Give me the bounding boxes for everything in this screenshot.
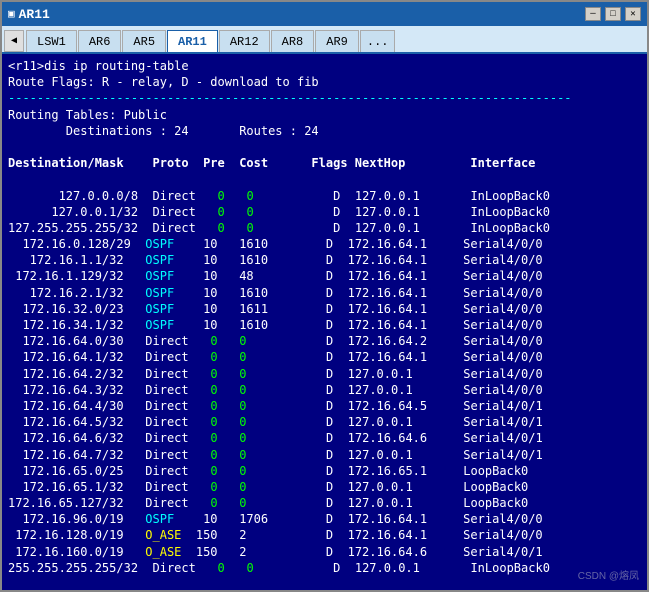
title-bar: ▣ AR11 ─ □ ✕: [2, 2, 647, 26]
watermark: CSDN @熔凤: [578, 567, 639, 582]
main-window: ▣ AR11 ─ □ ✕ ◀ LSW1 AR6 AR5 AR11 AR12 AR…: [0, 0, 649, 592]
content-area: <r11>dis ip routing-table Route Flags: R…: [2, 54, 647, 590]
tab-ar11[interactable]: AR11: [167, 30, 218, 52]
tab-ar12[interactable]: AR12: [219, 30, 270, 52]
tab-more[interactable]: ...: [360, 30, 396, 52]
tab-ar8[interactable]: AR8: [271, 30, 315, 52]
maximize-button[interactable]: □: [605, 7, 621, 21]
title-bar-controls: ─ □ ✕: [585, 7, 641, 21]
tab-ar5[interactable]: AR5: [122, 30, 166, 52]
minimize-button[interactable]: ─: [585, 7, 601, 21]
window-icon: ▣: [8, 7, 15, 21]
tab-ar6[interactable]: AR6: [78, 30, 122, 52]
tab-lsw1[interactable]: LSW1: [26, 30, 77, 52]
window-title: AR11: [19, 7, 50, 22]
title-bar-left: ▣ AR11: [8, 7, 50, 22]
tab-nav-back[interactable]: ◀: [4, 30, 24, 52]
terminal-content: <r11>dis ip routing-table Route Flags: R…: [8, 58, 641, 576]
close-button[interactable]: ✕: [625, 7, 641, 21]
tab-ar9[interactable]: AR9: [315, 30, 359, 52]
terminal[interactable]: <r11>dis ip routing-table Route Flags: R…: [2, 54, 647, 590]
tabs-bar: ◀ LSW1 AR6 AR5 AR11 AR12 AR8 AR9 ...: [2, 26, 647, 54]
terminal-wrapper: <r11>dis ip routing-table Route Flags: R…: [2, 54, 647, 590]
